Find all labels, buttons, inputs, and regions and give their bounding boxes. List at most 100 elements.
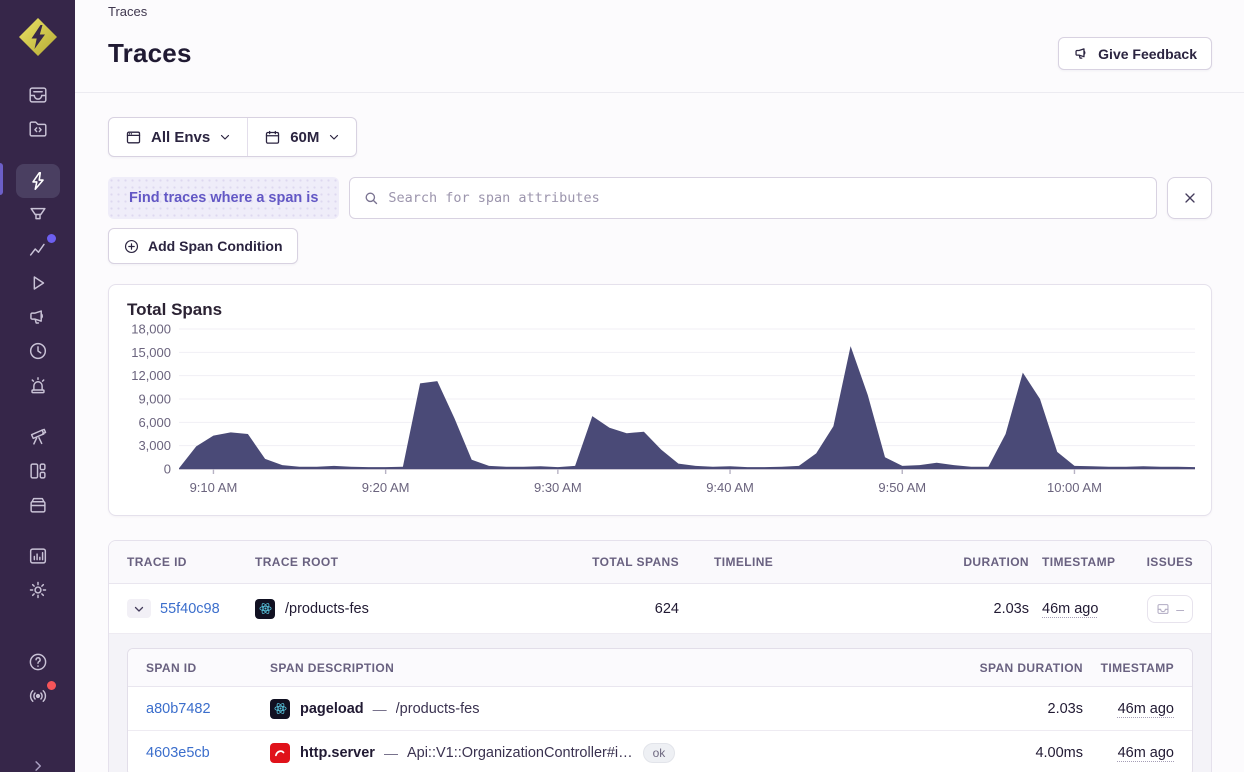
chevron-down-icon: [133, 603, 145, 615]
trace-id-link[interactable]: 55f40c98: [160, 601, 220, 617]
svg-text:9,000: 9,000: [138, 392, 171, 407]
total-spans-panel: Total Spans 03,0006,0009,00012,00015,000…: [108, 284, 1212, 516]
broadcast-icon: [27, 685, 49, 707]
sidebar-item-whats-new[interactable]: [16, 679, 60, 713]
metrics-notification-dot: [47, 234, 56, 243]
telescope-icon: [27, 426, 49, 448]
col-duration: Duration: [963, 555, 1029, 569]
chevron-right-icon: [29, 757, 47, 772]
trace-timestamp[interactable]: 46m ago: [1042, 601, 1098, 617]
gear-icon: [27, 579, 49, 601]
sidebar-item-alerts[interactable]: [16, 368, 60, 402]
trace-duration-value: 2.03s: [994, 601, 1029, 617]
hopper-icon: [27, 204, 49, 226]
stats-chart-icon: [27, 545, 49, 567]
svg-text:10:00 AM: 10:00 AM: [1047, 480, 1102, 495]
code-folder-icon: [27, 118, 49, 140]
sidebar-item-help[interactable]: [16, 645, 60, 679]
plus-circle-icon: [123, 238, 140, 255]
breadcrumb[interactable]: Traces: [108, 4, 1212, 19]
search-box: [349, 177, 1157, 219]
lightning-icon: [27, 170, 49, 192]
sidebar: [0, 0, 75, 772]
environment-selector[interactable]: All Envs: [109, 118, 247, 156]
dash-separator: —: [384, 745, 398, 761]
span-duration-value: 2.03s: [1048, 701, 1083, 717]
col-timestamp: Timestamp: [1029, 555, 1141, 569]
search-scope-label: Find traces where a span is: [108, 177, 339, 219]
col-trace-root: Trace Root: [255, 555, 609, 569]
col-span-timestamp: Timestamp: [1101, 661, 1174, 675]
line-chart-icon: [27, 238, 49, 260]
span-id-link[interactable]: 4603e5cb: [146, 745, 270, 761]
sidebar-item-issues[interactable]: [16, 78, 60, 112]
time-range-selector[interactable]: 60M: [248, 118, 356, 156]
sidebar-item-profiling[interactable]: [16, 198, 60, 232]
span-timestamp[interactable]: 46m ago: [1118, 701, 1174, 717]
add-span-condition-button[interactable]: Add Span Condition: [108, 228, 298, 264]
chevron-down-icon: [219, 131, 231, 143]
ruby-icon: [270, 743, 290, 763]
span-description: Api::V1::OrganizationController#i…: [407, 745, 633, 761]
svg-text:12,000: 12,000: [131, 368, 171, 383]
svg-text:15,000: 15,000: [131, 345, 171, 360]
span-description: /products-fes: [396, 701, 480, 717]
whats-new-notification-dot: [47, 681, 56, 690]
trace-search-row: Find traces where a span is: [108, 177, 1212, 219]
close-icon: [1182, 190, 1198, 206]
collapse-trace-button[interactable]: [127, 599, 151, 618]
clock-icon: [27, 340, 49, 362]
span-id-link[interactable]: a80b7482: [146, 701, 270, 717]
col-span-description: Span Description: [270, 661, 698, 675]
megaphone-icon: [1073, 45, 1090, 62]
time-range-value: 60M: [290, 129, 319, 146]
question-circle-icon: [27, 651, 49, 673]
calendar-icon: [264, 129, 281, 146]
sidebar-item-projects[interactable]: [16, 112, 60, 146]
sidebar-item-discover[interactable]: [16, 420, 60, 454]
span-status-badge: ok: [643, 743, 676, 763]
trace-issues-button[interactable]: –: [1147, 595, 1193, 623]
sidebar-nav: [16, 78, 60, 772]
page-header: Traces Traces Give Feedback: [108, 0, 1212, 93]
sidebar-item-explore[interactable]: [16, 164, 60, 198]
trace-row: 55f40c98 /products-fes 624 2.03s 46m ago…: [109, 584, 1211, 634]
give-feedback-button[interactable]: Give Feedback: [1058, 37, 1212, 70]
app-logo-icon: [17, 16, 59, 58]
total-spans-value: 624: [655, 601, 679, 617]
archive-box-icon: [27, 494, 49, 516]
svg-text:9:10 AM: 9:10 AM: [190, 480, 238, 495]
clear-search-button[interactable]: [1167, 177, 1212, 219]
sidebar-item-feedback[interactable]: [16, 300, 60, 334]
sidebar-item-releases[interactable]: [16, 488, 60, 522]
layout-icon: [27, 460, 49, 482]
traces-table: Trace ID Trace Root Total Spans Timeline…: [108, 540, 1212, 772]
search-input[interactable]: [388, 190, 1143, 206]
play-icon: [27, 272, 49, 294]
dash-separator: —: [373, 701, 387, 717]
col-timeline: Timeline: [679, 555, 954, 569]
traces-table-header: Trace ID Trace Root Total Spans Timeline…: [109, 541, 1211, 584]
svg-text:18,000: 18,000: [131, 322, 171, 337]
sidebar-item-replays[interactable]: [16, 266, 60, 300]
svg-text:9:20 AM: 9:20 AM: [362, 480, 410, 495]
app-logo[interactable]: [17, 16, 59, 58]
react-icon: [270, 699, 290, 719]
sidebar-item-crons[interactable]: [16, 334, 60, 368]
span-op: http.server: [300, 745, 375, 761]
svg-text:9:30 AM: 9:30 AM: [534, 480, 582, 495]
sidebar-item-stats[interactable]: [16, 539, 60, 573]
sidebar-item-dashboards[interactable]: [16, 454, 60, 488]
span-timestamp[interactable]: 46m ago: [1118, 745, 1174, 761]
sidebar-collapse-button[interactable]: [16, 749, 60, 772]
megaphone-icon: [27, 306, 49, 328]
add-span-condition-label: Add Span Condition: [148, 238, 283, 254]
sidebar-item-metrics[interactable]: [16, 232, 60, 266]
sidebar-item-settings[interactable]: [16, 573, 60, 607]
span-op: pageload: [300, 701, 364, 717]
span-row: a80b7482 pageload — /products-fes 2.03s: [128, 687, 1192, 731]
svg-text:3,000: 3,000: [138, 438, 171, 453]
search-icon: [363, 190, 379, 206]
page-filter-bar: All Envs 60M: [108, 117, 357, 157]
page-title: Traces: [108, 38, 192, 69]
